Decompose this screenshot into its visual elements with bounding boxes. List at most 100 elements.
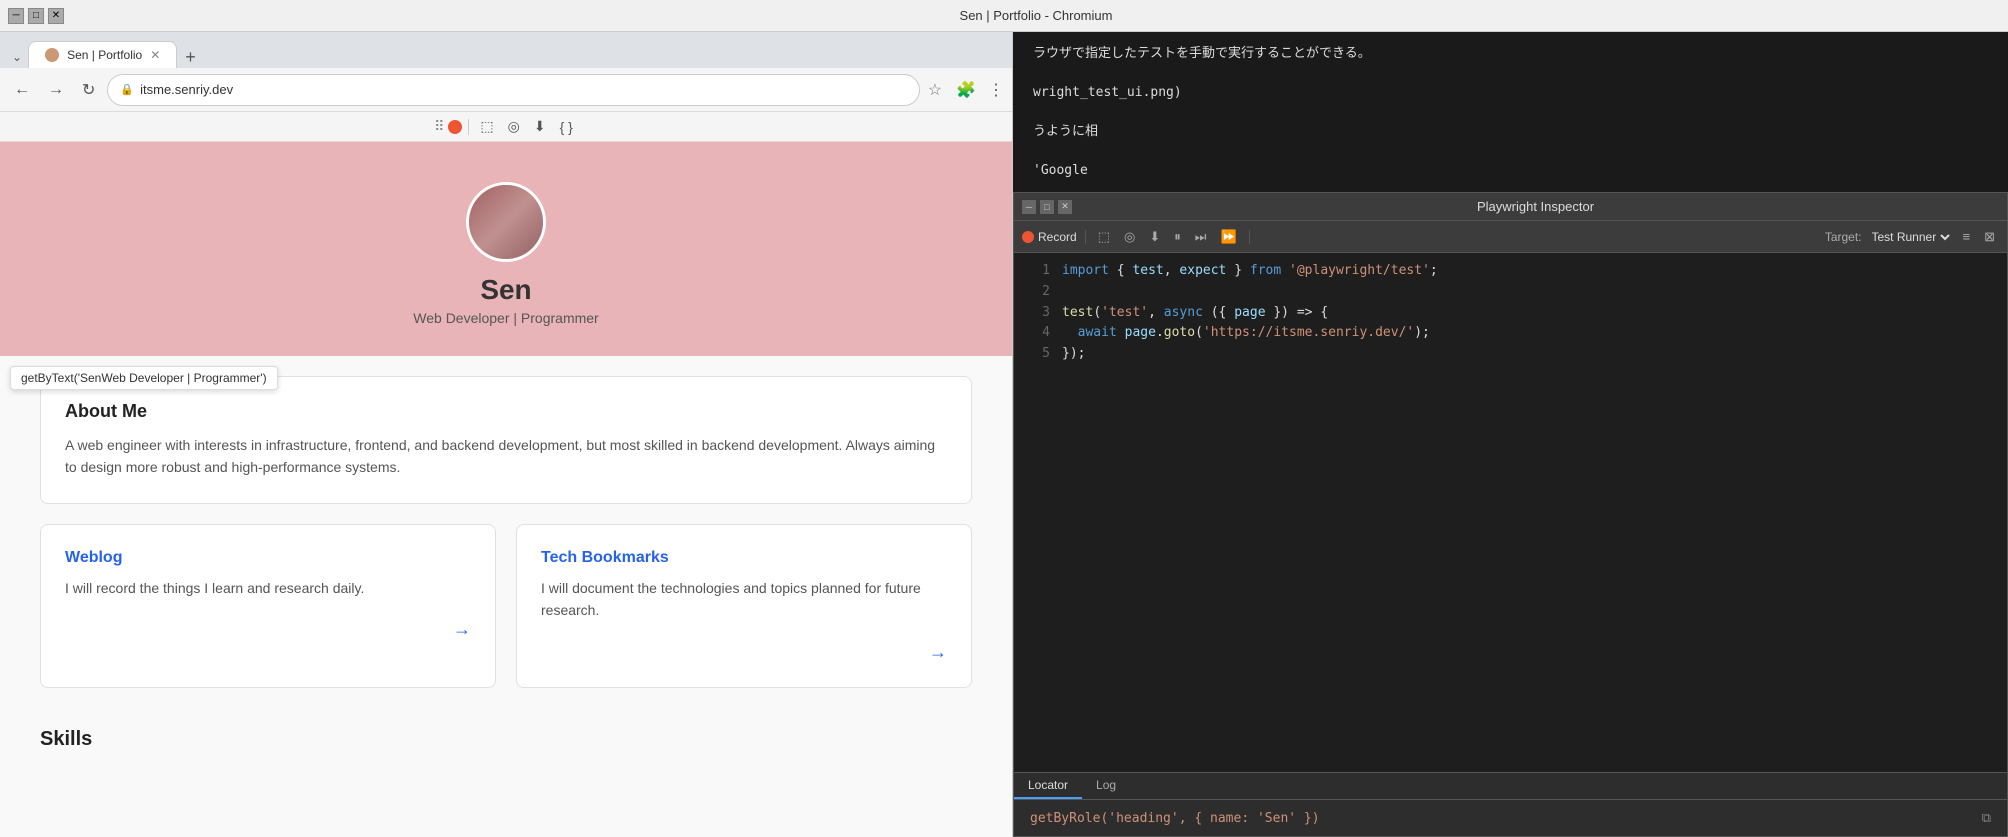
tooltip-box: getByText('SenWeb Developer | Programmer… (10, 366, 278, 390)
about-card: About Me A web engineer with interests i… (40, 376, 972, 504)
inspector-titlebar: ─ □ ✕ Playwright Inspector (1014, 193, 2007, 221)
reload-button[interactable]: ↻ (76, 76, 101, 104)
skills-heading: Skills (40, 728, 972, 751)
code-button[interactable]: { } (555, 116, 578, 138)
playwright-toolbar: ⠿ ⬚ ◎ ⬇ { } (0, 112, 1012, 142)
close-button[interactable]: ✕ (48, 8, 64, 24)
tab-group-button[interactable]: ⌄ (8, 46, 26, 68)
code-line-4: 4 await page.goto('https://itsme.senriy.… (1030, 323, 1991, 344)
inspector-eye-button[interactable]: ◎ (1120, 227, 1139, 247)
site-content[interactable]: Sen Web Developer | Programmer getByText… (0, 142, 1012, 837)
inspector-settings-button[interactable]: ≡ (1959, 227, 1975, 246)
tech-bookmarks-text: I will document the technologies and top… (541, 577, 947, 622)
inspector-step-button[interactable]: ⏭ (1191, 227, 1211, 247)
code-editor: 1 import { test, expect } from '@playwri… (1014, 253, 2007, 772)
terminal-line-6 (1033, 142, 1988, 162)
inspector-expand-button[interactable]: ⊠ (1980, 227, 1999, 247)
terminal-line-3: wright_test_ui.png) (1033, 83, 1988, 103)
window-controls: ─ □ ✕ (8, 8, 64, 24)
locator-tab[interactable]: Locator (1014, 773, 1082, 799)
target-label: Target: (1825, 230, 1862, 244)
terminal-line-8 (1033, 181, 1988, 193)
hero-subtitle: Web Developer | Programmer (413, 310, 598, 326)
tab-close-button[interactable]: ✕ (150, 48, 160, 62)
tech-bookmarks-link[interactable]: Tech Bookmarks (541, 549, 947, 567)
copy-button[interactable]: ⧉ (1982, 810, 1991, 826)
window-chrome: ─ □ ✕ Sen | Portfolio - Chromium (0, 0, 2008, 32)
record-label[interactable]: Record (1022, 230, 1077, 244)
new-tab-button[interactable]: + (179, 47, 202, 68)
code-line-3: 3 test('test', async ({ page }) => { (1030, 303, 1991, 324)
inspector-restore-button[interactable]: □ (1040, 200, 1054, 214)
about-text: A web engineer with interests in infrast… (65, 434, 947, 479)
locator-area: Locator Log getByRole('heading', { name:… (1014, 772, 2007, 836)
code-line-5: 5 }); (1030, 344, 1991, 365)
weblog-arrow[interactable]: → (65, 619, 471, 640)
avatar-image (469, 182, 543, 262)
hero-name: Sen (480, 274, 531, 306)
record-indicator-icon (1022, 231, 1034, 243)
forward-button[interactable]: → (42, 77, 70, 103)
line-number: 2 (1030, 282, 1050, 303)
line-number: 1 (1030, 261, 1050, 282)
code-content: }); (1062, 344, 1085, 365)
line-number: 5 (1030, 344, 1050, 365)
browser-tab[interactable]: Sen | Portfolio ✕ (28, 41, 177, 68)
about-title: About Me (65, 401, 947, 422)
inspector-pause-button[interactable]: ⏸ (1170, 227, 1185, 247)
maximize-button[interactable]: □ (28, 8, 44, 24)
terminal-line-7: 'Google (1033, 161, 1988, 181)
inspector-minimize-button[interactable]: ─ (1022, 200, 1036, 214)
address-bar[interactable]: 🔒 itsme.senriy.dev (107, 74, 919, 106)
browser-menu-button[interactable]: ⋮ (988, 80, 1004, 100)
inspector-title: Playwright Inspector (1072, 199, 1999, 214)
record-dot-icon (448, 120, 462, 134)
terminal-line-4 (1033, 103, 1988, 123)
code-content: import { test, expect } from '@playwrigh… (1062, 261, 1438, 282)
locator-content: getByRole('heading', { name: 'Sen' }) ⧉ (1014, 800, 2007, 836)
weblog-card[interactable]: Weblog I will record the things I learn … (40, 524, 496, 688)
weblog-text: I will record the things I learn and res… (65, 577, 471, 599)
tab-bar: ⌄ Sen | Portfolio ✕ + (0, 32, 1012, 68)
lock-icon: 🔒 (120, 83, 134, 96)
window-title: Sen | Portfolio - Chromium (72, 8, 2000, 23)
tech-bookmarks-arrow[interactable]: → (541, 642, 947, 663)
inspector-close-button[interactable]: ✕ (1058, 200, 1072, 214)
browser-pane: ⌄ Sen | Portfolio ✕ + ← → ↻ 🔒 itsme.senr… (0, 32, 1013, 837)
inspector-screenshot-button[interactable]: ⬇ (1145, 227, 1164, 247)
bookmark-button[interactable]: ☆ (926, 78, 944, 102)
screenshot-button[interactable]: ⬇ (529, 115, 551, 138)
terminal-area: ラウザで指定したテストを手動で実行することができる。 wright_test_u… (1013, 32, 2008, 192)
record-button[interactable] (448, 120, 462, 134)
inspector-window-controls: ─ □ ✕ (1022, 200, 1072, 214)
tech-bookmarks-card[interactable]: Tech Bookmarks I will document the techn… (516, 524, 972, 688)
drag-handle-icon: ⠿ (434, 118, 444, 135)
inspector-separator-2 (1249, 230, 1250, 244)
inspector-more-button[interactable]: ⏩ (1216, 227, 1240, 247)
inspector-toolbar: Record ⬚ ◎ ⬇ ⏸ ⏭ ⏩ Target: Test Runner ≡… (1014, 221, 2007, 253)
terminal-line-1: ラウザで指定したテストを手動で実行することができる。 (1033, 44, 1988, 64)
log-tab[interactable]: Log (1082, 773, 1130, 799)
inspector-pick-button[interactable]: ⬚ (1094, 227, 1114, 247)
minimize-button[interactable]: ─ (8, 8, 24, 24)
target-selector[interactable]: Test Runner (1868, 229, 1953, 245)
main-layout: ⌄ Sen | Portfolio ✕ + ← → ↻ 🔒 itsme.senr… (0, 32, 2008, 837)
hero-section: Sen Web Developer | Programmer (0, 142, 1012, 356)
weblog-link[interactable]: Weblog (65, 549, 471, 567)
code-content: test('test', async ({ page }) => { (1062, 303, 1328, 324)
url-display: itsme.senriy.dev (140, 82, 907, 97)
record-text: Record (1038, 230, 1077, 244)
extension-button[interactable]: 🧩 (950, 76, 982, 104)
explore-button[interactable]: ◎ (503, 115, 525, 138)
content-body: About Me A web engineer with interests i… (0, 356, 1012, 771)
line-number: 3 (1030, 303, 1050, 324)
tab-title: Sen | Portfolio (67, 48, 142, 62)
terminal-line-5: うように相 (1033, 122, 1988, 142)
line-number: 4 (1030, 323, 1050, 344)
code-content (1062, 282, 1070, 303)
pick-locator-button[interactable]: ⬚ (475, 115, 498, 138)
back-button[interactable]: ← (8, 77, 36, 103)
tab-favicon (45, 48, 59, 62)
inspector-separator-1 (1085, 230, 1086, 244)
code-line-2: 2 (1030, 282, 1991, 303)
